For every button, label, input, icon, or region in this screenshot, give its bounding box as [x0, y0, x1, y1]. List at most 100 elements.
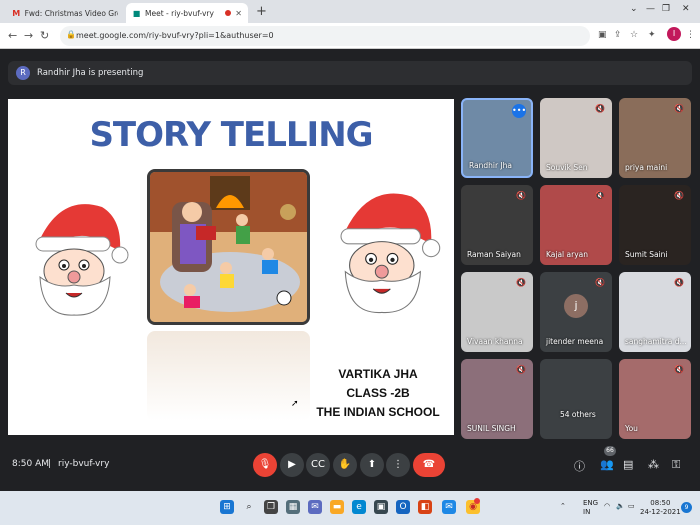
chat-icon[interactable]: ▤ — [623, 458, 633, 471]
participant-name: priya maini — [625, 163, 668, 172]
captions-button[interactable]: CC — [306, 453, 330, 477]
participant-tile[interactable]: 54 others — [540, 359, 612, 439]
widgets-icon[interactable]: ▦ — [286, 500, 300, 514]
close-window-icon[interactable]: ✕ — [682, 4, 690, 14]
host-controls-icon[interactable]: ⚿ — [672, 458, 680, 472]
meeting-controls-bar: 8:50 AM | riy-bvuf-vry 🎙 ▶ CC ✋ ⬆ ⋮ ☎ ⓘ … — [0, 445, 700, 487]
participant-name: Sumit Saini — [625, 250, 668, 259]
tray-chevron-icon[interactable]: ⌃ — [560, 502, 566, 511]
taskbar-date: 24-12-2021 — [640, 508, 681, 516]
tab-meet[interactable]: ■ Meet - riy-bvuf-vry ✕ — [126, 3, 248, 23]
caption-name: VARTIKA JHA — [338, 367, 418, 381]
participant-name: Raman Saiyan — [467, 250, 521, 259]
participant-tile[interactable]: 🔇 Souvik Sen — [540, 98, 612, 178]
notification-count-badge[interactable]: 9 — [681, 502, 692, 513]
people-icon[interactable]: 👥 — [600, 458, 614, 471]
address-bar-row: ← → ↻ 🔒 meet.google.com/riy-bvuf-vry?pli… — [0, 23, 700, 49]
illustration-reflection — [147, 331, 310, 421]
wifi-icon[interactable]: ◠ — [604, 502, 610, 511]
windows-start-icon[interactable]: ⊞ — [220, 500, 234, 514]
menu-kebab-icon[interactable]: ⋮ — [686, 30, 695, 40]
edge-icon[interactable]: e — [352, 500, 366, 514]
mic-muted-icon: 🔇 — [674, 278, 684, 287]
volume-icon[interactable]: 🔈 — [616, 502, 625, 511]
caption-school: THE INDIAN SCHOOL — [316, 405, 440, 419]
gmail-icon: M — [12, 8, 21, 18]
meeting-details-icon[interactable]: ⓘ — [574, 458, 585, 474]
tab-label: Meet - riy-bvuf-vry — [145, 8, 214, 18]
minimize-icon[interactable]: — — [646, 4, 655, 14]
more-options-icon[interactable]: ••• — [512, 104, 526, 118]
camera-button[interactable]: ▶ — [280, 453, 304, 477]
maximize-icon[interactable]: ❐ — [662, 4, 670, 14]
participant-tile[interactable]: 🔇 You — [619, 359, 691, 439]
mic-muted-icon: 🔇 — [674, 104, 684, 113]
share-icon[interactable]: ⇪ — [614, 30, 622, 40]
mic-off-button[interactable]: 🎙 — [253, 453, 277, 477]
store-icon[interactable]: ▣ — [374, 500, 388, 514]
mic-muted-icon: 🔇 — [674, 365, 684, 374]
participant-tile[interactable]: j 🔇 jitender meena — [540, 272, 612, 352]
url-text: meet.google.com/riy-bvuf-vry?pli=1&authu… — [76, 31, 274, 40]
taskbar-clock[interactable]: 08:50 24-12-2021 — [640, 499, 681, 517]
mic-muted-icon: 🔇 — [516, 278, 526, 287]
raise-hand-button[interactable]: ✋ — [333, 453, 357, 477]
new-tab-icon[interactable]: + — [256, 4, 267, 19]
participant-tile[interactable]: 🔇 sanghamitra d... — [619, 272, 691, 352]
participant-tile[interactable]: 🔇 Raman Saiyan — [461, 185, 533, 265]
tab-search-icon[interactable]: ⌄ — [630, 4, 638, 14]
recording-dot-icon — [225, 10, 231, 16]
search-icon[interactable]: ⌕ — [242, 500, 256, 514]
participant-tile[interactable]: ••• Randhir Jha — [461, 98, 533, 178]
mic-muted-icon: 🔇 — [595, 278, 605, 287]
mouse-cursor-icon: ➚ — [291, 399, 299, 409]
participant-tile[interactable]: 🔇 SUNIL SINGH — [461, 359, 533, 439]
caption-class: CLASS -2B — [346, 386, 410, 400]
participant-avatar: j — [564, 294, 588, 318]
mic-muted-icon: 🔇 — [516, 191, 526, 200]
participant-tile[interactable]: 🔇 priya maini — [619, 98, 691, 178]
more-options-button[interactable]: ⋮ — [386, 453, 410, 477]
present-button[interactable]: ⬆ — [360, 453, 384, 477]
task-view-icon[interactable]: ❐ — [264, 500, 278, 514]
profile-avatar[interactable]: I — [667, 27, 681, 41]
participant-name: jitender meena — [546, 337, 604, 346]
meeting-separator: | — [48, 459, 52, 469]
close-tab-icon[interactable]: ✕ — [235, 9, 242, 18]
participant-name: 54 others — [560, 410, 596, 419]
file-explorer-icon[interactable]: ▬ — [330, 500, 344, 514]
language-indicator[interactable]: ENG IN — [583, 499, 598, 517]
participant-tile[interactable]: 🔇 Kajal aryan — [540, 185, 612, 265]
santa-left-icon — [35, 204, 129, 316]
teams-chat-icon[interactable]: ✉ — [308, 500, 322, 514]
outlook-icon[interactable]: O — [396, 500, 410, 514]
participant-name: Vivaan khanna — [467, 337, 523, 346]
bookmark-star-icon[interactable]: ☆ — [630, 30, 638, 40]
camera-icon[interactable]: ▣ — [598, 30, 607, 40]
reload-icon[interactable]: ↻ — [40, 29, 49, 42]
forward-icon[interactable]: → — [24, 29, 33, 42]
participant-name: SUNIL SINGH — [467, 424, 516, 433]
mic-muted-icon: 🔇 — [595, 191, 605, 200]
participant-tile[interactable]: 🔇 Sumit Saini — [619, 185, 691, 265]
mail-icon[interactable]: ✉ — [442, 500, 456, 514]
browser-tab-strip: M Fwd: Christmas Video Group A a ■ Meet … — [0, 0, 700, 23]
mic-muted-icon: 🔇 — [516, 365, 526, 374]
participant-name: Randhir Jha — [469, 161, 513, 170]
presenting-text: Randhir Jha is presenting — [37, 68, 144, 78]
story-illustration — [147, 169, 310, 325]
tab-gmail[interactable]: M Fwd: Christmas Video Group A a — [6, 3, 124, 23]
url-bar[interactable]: 🔒 meet.google.com/riy-bvuf-vry?pli=1&aut… — [60, 26, 590, 46]
presentation-stage: STORY TELLING VARTIKA JHA CLASS -2B THE … — [8, 99, 454, 435]
battery-icon[interactable]: ▭ — [628, 502, 635, 511]
chrome-notification-dot — [474, 498, 480, 504]
back-icon[interactable]: ← — [8, 29, 17, 42]
extensions-icon[interactable]: ✦ — [648, 30, 656, 40]
office-icon[interactable]: ◧ — [418, 500, 432, 514]
end-call-button[interactable]: ☎ — [413, 453, 445, 477]
region-code: IN — [583, 508, 591, 516]
participant-tile[interactable]: 🔇 Vivaan khanna — [461, 272, 533, 352]
participant-name: Kajal aryan — [546, 250, 588, 259]
meeting-time: 8:50 AM — [12, 459, 49, 469]
activities-icon[interactable]: ⁂ — [648, 458, 659, 471]
